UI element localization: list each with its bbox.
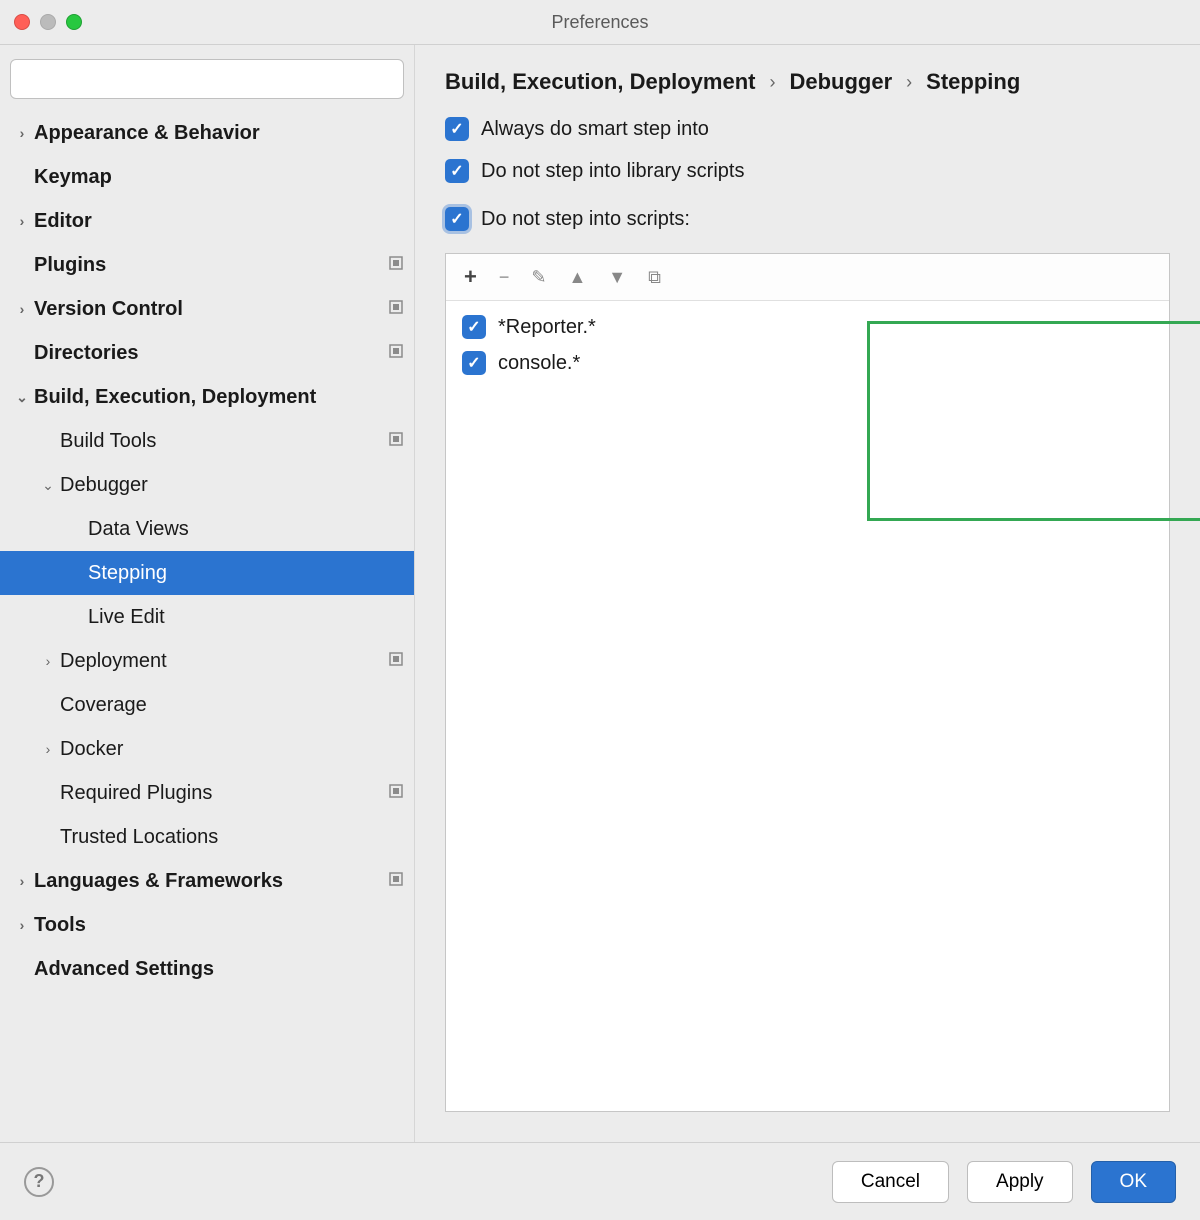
tree-item-label: Data Views <box>88 518 404 541</box>
settings-tree: ›Appearance & BehaviorKeymap›EditorPlugi… <box>0 109 414 1142</box>
breadcrumb-part: Build, Execution, Deployment <box>445 69 755 95</box>
tree-item-debugger[interactable]: ⌄Debugger <box>0 463 414 507</box>
option-no-library-scripts[interactable]: ✓ Do not step into library scripts <box>445 159 1170 183</box>
project-scope-icon <box>388 431 404 452</box>
tree-item-label: Required Plugins <box>60 782 388 805</box>
tree-item-label: Build, Execution, Deployment <box>34 386 404 409</box>
tree-item-label: Debugger <box>60 474 404 497</box>
tree-item-label: Directories <box>34 342 388 365</box>
tree-item-label: Plugins <box>34 254 388 277</box>
remove-button[interactable]: − <box>499 267 510 288</box>
chevron-right-icon: › <box>40 741 56 757</box>
tree-item-label: Tools <box>34 914 404 937</box>
tree-item-label: Live Edit <box>88 606 404 629</box>
script-pattern-label: console.* <box>498 352 580 375</box>
chevron-down-icon: ⌄ <box>40 477 56 494</box>
tree-item-label: Languages & Frameworks <box>34 870 388 893</box>
tree-item-label: Appearance & Behavior <box>34 122 404 145</box>
option-smart-step[interactable]: ✓ Always do smart step into <box>445 117 1170 141</box>
tree-item-label: Deployment <box>60 650 388 673</box>
tree-item-keymap[interactable]: Keymap <box>0 155 414 199</box>
chevron-right-icon: › <box>14 125 30 141</box>
tree-item-label: Version Control <box>34 298 388 321</box>
copy-button[interactable]: ⧉ <box>648 267 661 288</box>
apply-button[interactable]: Apply <box>967 1161 1073 1203</box>
tree-item-required-plugins[interactable]: Required Plugins <box>0 771 414 815</box>
tree-item-label: Docker <box>60 738 404 761</box>
tree-item-stepping[interactable]: Stepping <box>0 551 414 595</box>
chevron-right-icon: › <box>906 72 912 93</box>
tree-item-label: Stepping <box>88 562 404 585</box>
checkbox-checked-icon[interactable]: ✓ <box>445 159 469 183</box>
checkbox-checked-icon[interactable]: ✓ <box>462 315 486 339</box>
tree-item-build-tools[interactable]: Build Tools <box>0 419 414 463</box>
chevron-down-icon: ⌄ <box>14 389 30 406</box>
tree-item-label: Trusted Locations <box>60 826 404 849</box>
option-no-scripts[interactable]: ✓ Do not step into scripts: <box>439 201 1170 237</box>
edit-button[interactable]: ✎ <box>531 267 546 288</box>
tree-item-trusted-locations[interactable]: Trusted Locations <box>0 815 414 859</box>
tree-item-live-edit[interactable]: Live Edit <box>0 595 414 639</box>
project-scope-icon <box>388 871 404 892</box>
chevron-right-icon: › <box>14 917 30 933</box>
scripts-list: + − ✎ ▲ ▼ ⧉ ✓ *Reporter.* ✓ console.* <box>445 253 1170 1112</box>
chevron-right-icon: › <box>14 873 30 889</box>
tree-item-editor[interactable]: ›Editor <box>0 199 414 243</box>
help-button[interactable]: ? <box>24 1167 54 1197</box>
option-label: Do not step into scripts: <box>481 208 690 231</box>
breadcrumb-part: Debugger <box>789 69 892 95</box>
checkbox-checked-icon[interactable]: ✓ <box>462 351 486 375</box>
chevron-right-icon: › <box>769 72 775 93</box>
scripts-toolbar: + − ✎ ▲ ▼ ⧉ <box>446 254 1169 301</box>
project-scope-icon <box>388 299 404 320</box>
tree-item-label: Coverage <box>60 694 404 717</box>
tree-item-label: Editor <box>34 210 404 233</box>
script-pattern-item[interactable]: ✓ console.* <box>458 345 1157 381</box>
project-scope-icon <box>388 343 404 364</box>
tree-item-coverage[interactable]: Coverage <box>0 683 414 727</box>
breadcrumb: Build, Execution, Deployment › Debugger … <box>415 45 1200 113</box>
search-input[interactable] <box>10 59 404 99</box>
tree-item-label: Keymap <box>34 166 404 189</box>
tree-item-tools[interactable]: ›Tools <box>0 903 414 947</box>
chevron-right-icon: › <box>14 301 30 317</box>
tree-item-version-control[interactable]: ›Version Control <box>0 287 414 331</box>
ok-button[interactable]: OK <box>1091 1161 1176 1203</box>
tree-item-build-execution-deployment[interactable]: ⌄Build, Execution, Deployment <box>0 375 414 419</box>
tree-item-docker[interactable]: ›Docker <box>0 727 414 771</box>
chevron-right-icon: › <box>40 653 56 669</box>
cancel-button[interactable]: Cancel <box>832 1161 949 1203</box>
project-scope-icon <box>388 651 404 672</box>
option-label: Do not step into library scripts <box>481 160 744 183</box>
move-up-button[interactable]: ▲ <box>568 267 586 288</box>
tree-item-data-views[interactable]: Data Views <box>0 507 414 551</box>
window-title: Preferences <box>0 12 1200 33</box>
option-label: Always do smart step into <box>481 118 709 141</box>
move-down-button[interactable]: ▼ <box>608 267 626 288</box>
tree-item-label: Build Tools <box>60 430 388 453</box>
project-scope-icon <box>388 783 404 804</box>
checkbox-checked-icon[interactable]: ✓ <box>445 207 469 231</box>
tree-item-plugins[interactable]: Plugins <box>0 243 414 287</box>
tree-item-directories[interactable]: Directories <box>0 331 414 375</box>
tree-item-label: Advanced Settings <box>34 958 404 981</box>
tree-item-appearance-behavior[interactable]: ›Appearance & Behavior <box>0 111 414 155</box>
tree-item-advanced-settings[interactable]: Advanced Settings <box>0 947 414 991</box>
script-pattern-label: *Reporter.* <box>498 316 596 339</box>
add-button[interactable]: + <box>464 264 477 290</box>
checkbox-checked-icon[interactable]: ✓ <box>445 117 469 141</box>
tree-item-deployment[interactable]: ›Deployment <box>0 639 414 683</box>
chevron-right-icon: › <box>14 213 30 229</box>
project-scope-icon <box>388 255 404 276</box>
breadcrumb-part: Stepping <box>926 69 1020 95</box>
tree-item-languages-frameworks[interactable]: ›Languages & Frameworks <box>0 859 414 903</box>
script-pattern-item[interactable]: ✓ *Reporter.* <box>458 309 1157 345</box>
